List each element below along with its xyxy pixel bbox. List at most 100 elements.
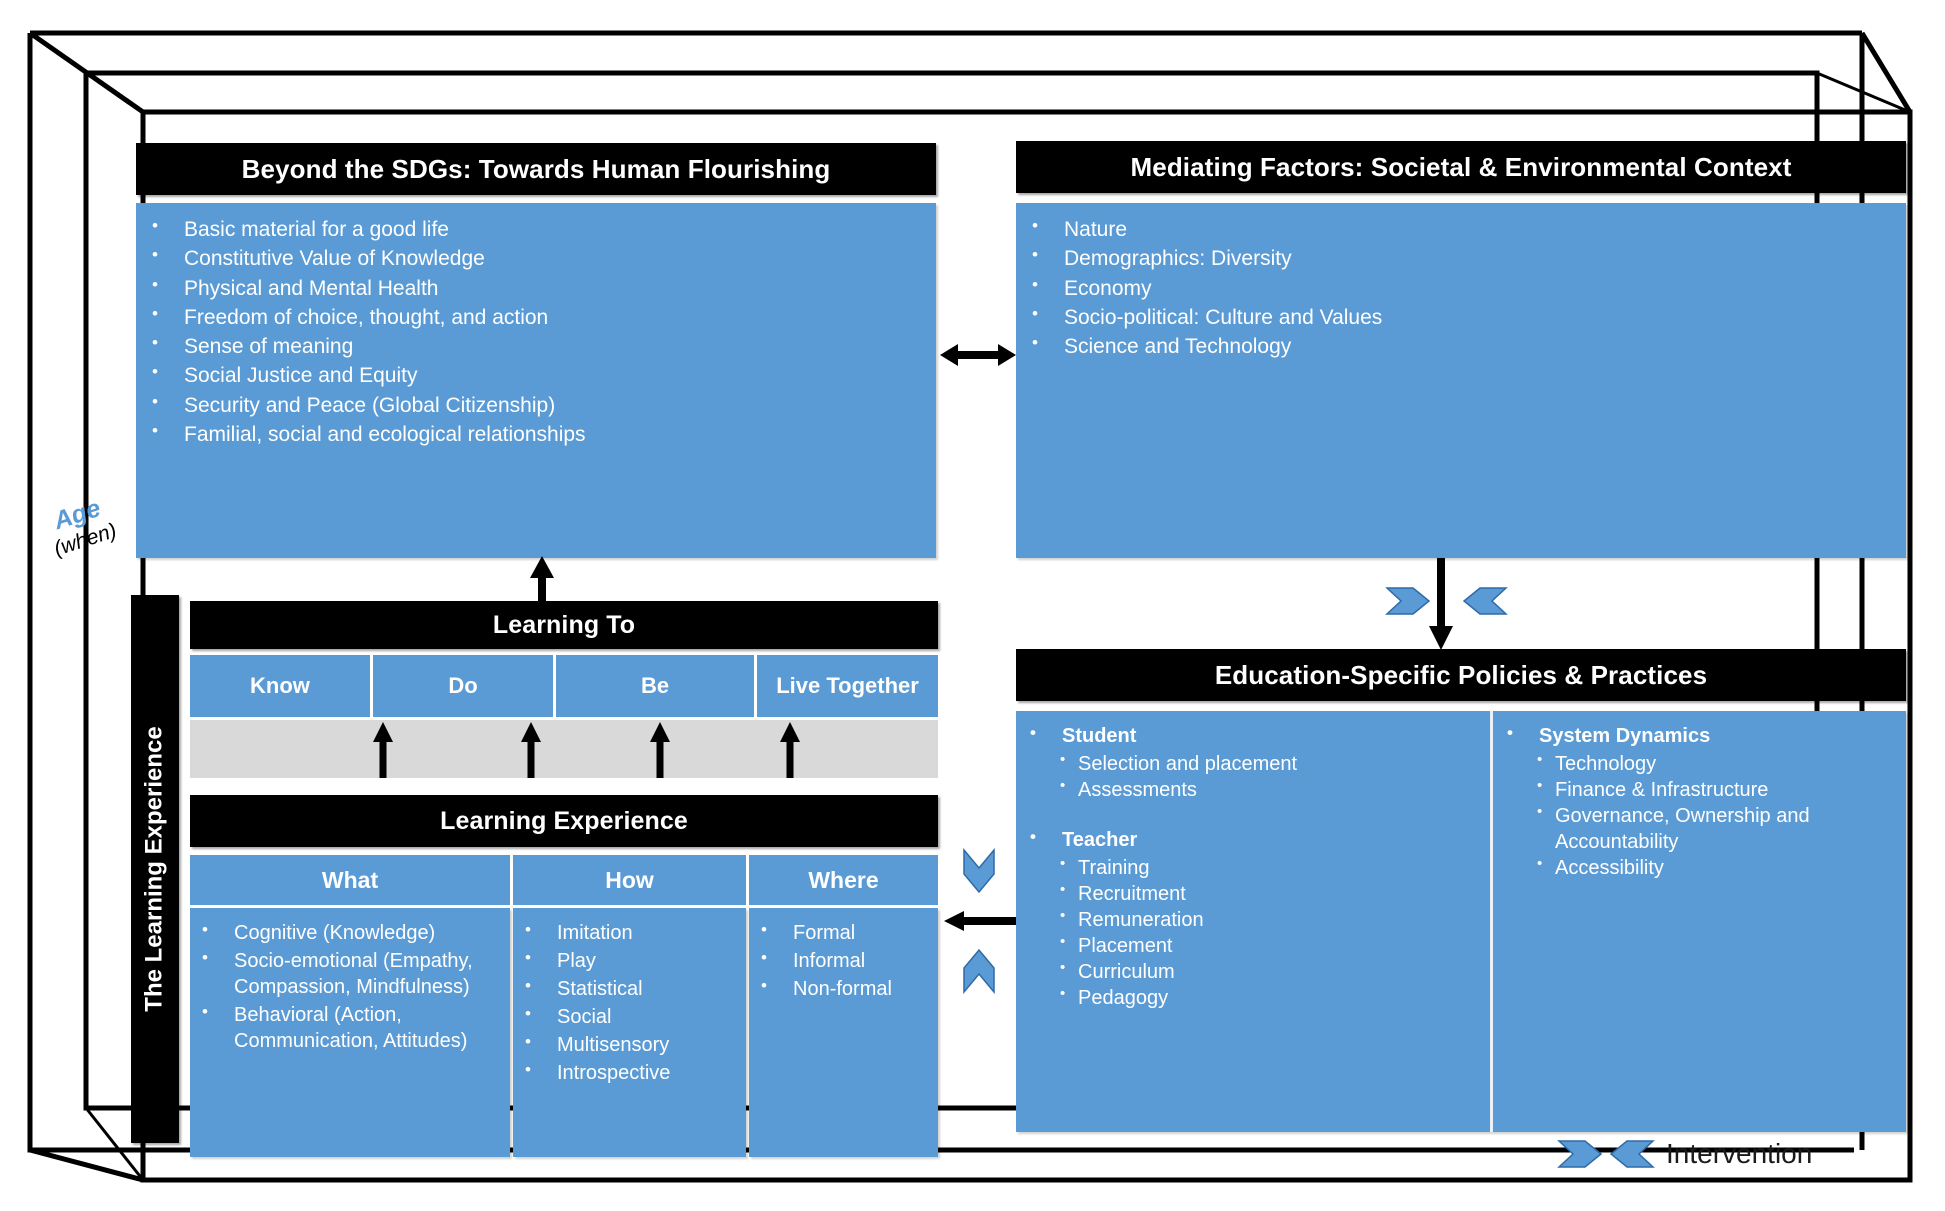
list-item: Accessibility <box>1537 854 1898 881</box>
list-item: Non-formal <box>753 975 930 1002</box>
group-heading: Teacher <box>1022 826 1484 853</box>
learning-experience-body-what: Cognitive (Knowledge) Socio-emotional (E… <box>190 908 510 1157</box>
list-item: Placement <box>1060 932 1484 959</box>
list-item: Pedagogy <box>1060 984 1484 1011</box>
list-item: Finance & Infrastructure <box>1537 776 1898 803</box>
learning-experience-header-where: Where <box>749 855 938 905</box>
list-item: Formal <box>753 919 930 946</box>
mediating-title: Mediating Factors: Societal & Environmen… <box>1130 151 1792 182</box>
learning-to-column-know: Know <box>190 655 370 717</box>
policies-left-column: Student Selection and placement Assessme… <box>1016 711 1490 1132</box>
column-label: Be <box>640 673 670 698</box>
list-item: Imitation <box>517 919 738 946</box>
chevron-up-icon <box>963 948 995 994</box>
learning-experience-title: Learning Experience <box>440 806 688 835</box>
column-label: Do <box>448 673 478 698</box>
learning-experience-header-how: How <box>513 855 746 905</box>
flourishing-list: Basic material for a good life Constitut… <box>144 215 926 448</box>
list-item: Socio-political: Culture and Values <box>1024 303 1896 331</box>
list-item: Introspective <box>517 1059 738 1086</box>
student-sublist: Selection and placement Assessments <box>1060 750 1484 803</box>
learning-to-column-do: Do <box>373 655 553 717</box>
list-item: Behavioral (Action, Communication, Attit… <box>194 1001 502 1054</box>
list-item: Freedom of choice, thought, and action <box>144 303 926 331</box>
chevron-left-icon <box>1462 587 1508 615</box>
learning-to-title: Learning To <box>492 610 636 639</box>
column-label: Live Together <box>776 673 919 698</box>
panel-body-mediating: Nature Demographics: Diversity Economy S… <box>1016 203 1906 558</box>
where-list: Formal Informal Non-formal <box>753 919 930 1002</box>
panel-header-learning-experience: Learning Experience <box>190 795 938 847</box>
policies-right-list: System Dynamics <box>1499 722 1898 749</box>
panel-header-policies: Education-Specific Policies & Practices <box>1016 649 1906 701</box>
how-list: Imitation Play Statistical Social Multis… <box>517 919 738 1086</box>
learning-arrows-band <box>190 720 938 778</box>
learning-experience-body-where: Formal Informal Non-formal <box>749 908 938 1157</box>
list-item: Informal <box>753 947 930 974</box>
list-item: Science and Technology <box>1024 332 1896 360</box>
list-item: Statistical <box>517 975 738 1002</box>
column-label: Where <box>808 866 879 893</box>
legend-chevron-left-icon <box>1609 1140 1655 1168</box>
list-item: Social <box>517 1003 738 1030</box>
column-label: Know <box>250 673 310 698</box>
list-item: Play <box>517 947 738 974</box>
list-item: Socio-emotional (Empathy, Compassion, Mi… <box>194 947 502 1000</box>
learning-to-column-live-together: Live Together <box>757 655 938 717</box>
arrow-up-be-icon <box>650 722 670 778</box>
list-item: Selection and placement <box>1060 750 1484 777</box>
legend-label: Intervention <box>1666 1138 1813 1169</box>
arrow-up-know-icon <box>373 722 393 778</box>
vertical-label-text: The Learning Experience <box>141 726 169 1012</box>
group-heading: System Dynamics <box>1499 722 1898 749</box>
flourishing-title: Beyond the SDGs: Towards Human Flourishi… <box>241 153 831 184</box>
arrow-up-do-icon <box>521 722 541 778</box>
legend-intervention: Intervention <box>1556 1138 1812 1170</box>
list-item: Assessments <box>1060 776 1484 803</box>
policies-title: Education-Specific Policies & Practices <box>1214 659 1708 690</box>
list-item: Recruitment <box>1060 880 1484 907</box>
list-item: Economy <box>1024 274 1896 302</box>
panel-header-mediating: Mediating Factors: Societal & Environmen… <box>1016 141 1906 193</box>
age-axis-label: Age (when) <box>21 484 142 568</box>
list-item: Cognitive (Knowledge) <box>194 919 502 946</box>
list-item: Constitutive Value of Knowledge <box>144 244 926 272</box>
panel-body-flourishing: Basic material for a good life Constitut… <box>136 203 936 558</box>
panel-body-policies: Student Selection and placement Assessme… <box>1016 711 1906 1132</box>
diagram-canvas: Age (when) Beyond the SDGs: Towards Huma… <box>0 0 1945 1211</box>
policies-left-list-2: Teacher <box>1022 826 1484 853</box>
chevron-down-icon <box>963 848 995 894</box>
what-list: Cognitive (Knowledge) Socio-emotional (E… <box>194 919 502 1054</box>
bidirectional-arrow-icon <box>940 344 1016 366</box>
policies-right-column: System Dynamics Technology Finance & Inf… <box>1493 711 1906 1132</box>
policies-left-list: Student <box>1022 722 1484 749</box>
mediating-list: Nature Demographics: Diversity Economy S… <box>1024 215 1896 360</box>
system-dynamics-sublist: Technology Finance & Infrastructure Gove… <box>1537 750 1898 881</box>
list-item: Remuneration <box>1060 906 1484 933</box>
list-item: Social Justice and Equity <box>144 361 926 389</box>
learning-experience-body-how: Imitation Play Statistical Social Multis… <box>513 908 746 1157</box>
list-item: Physical and Mental Health <box>144 274 926 302</box>
list-item: Security and Peace (Global Citizenship) <box>144 391 926 419</box>
list-item: Familial, social and ecological relation… <box>144 420 926 448</box>
legend-chevron-right-icon <box>1557 1140 1603 1168</box>
list-item: Demographics: Diversity <box>1024 244 1896 272</box>
list-item: Sense of meaning <box>144 332 926 360</box>
learning-to-column-be: Be <box>556 655 754 717</box>
list-item: Governance, Ownership and Accountability <box>1537 802 1898 855</box>
panel-header-flourishing: Beyond the SDGs: Towards Human Flourishi… <box>136 143 936 195</box>
arrow-up-live-together-icon <box>780 722 800 778</box>
teacher-sublist: Training Recruitment Remuneration Placem… <box>1060 854 1484 1011</box>
vertical-label-learning-experience: The Learning Experience <box>131 595 179 1143</box>
column-label: How <box>605 866 654 893</box>
list-item: Technology <box>1537 750 1898 777</box>
column-label: What <box>321 866 379 893</box>
list-item: Nature <box>1024 215 1896 243</box>
panel-header-learning-to: Learning To <box>190 601 938 649</box>
list-item: Basic material for a good life <box>144 215 926 243</box>
group-heading: Student <box>1022 722 1484 749</box>
list-item: Curriculum <box>1060 958 1484 985</box>
chevron-right-icon <box>1385 587 1431 615</box>
learning-experience-header-what: What <box>190 855 510 905</box>
list-item: Multisensory <box>517 1031 738 1058</box>
